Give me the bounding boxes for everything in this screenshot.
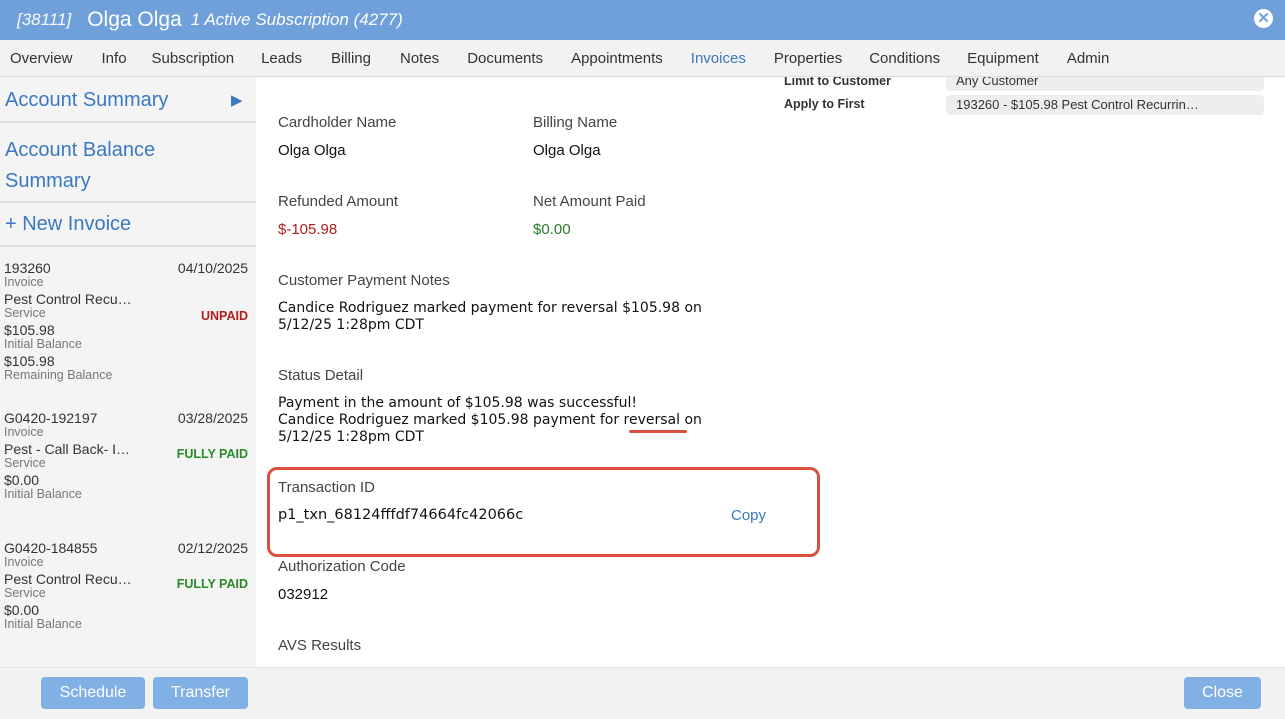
customer-name: Olga Olga [87, 8, 182, 31]
billing-name-value: Olga Olga [533, 142, 601, 159]
cardholder-label: Cardholder Name [278, 114, 397, 131]
tab-overview[interactable]: Overview [10, 40, 73, 76]
billing-name-label: Billing Name [533, 114, 618, 131]
copy-button[interactable]: Copy [731, 507, 766, 524]
refunded-amount-value: $-105.98 [278, 221, 338, 238]
tab-notes[interactable]: Notes [400, 40, 439, 76]
apply-to-first-label: Apply to First [784, 97, 865, 111]
subscription-summary: 1 Active Subscription (4277) [190, 10, 403, 29]
tab-appointments[interactable]: Appointments [571, 40, 663, 76]
invoice-initial-label: Initial Balance [4, 337, 82, 351]
tab-conditions[interactable]: Conditions [869, 40, 940, 76]
account-balance-link[interactable]: Account Balance Summary [0, 135, 155, 197]
status-detail-line3: 5/12/25 1:28pm CDT [278, 429, 424, 445]
account-summary-link[interactable]: Account Summary [0, 89, 168, 112]
invoice-date: 04/10/2025 [177, 260, 248, 276]
limit-to-customer-label: Limit to Customer [784, 77, 891, 88]
cardholder-value: Olga Olga [278, 142, 346, 159]
tab-subscription[interactable]: Subscription [152, 40, 235, 76]
schedule-button[interactable]: Schedule [41, 677, 145, 709]
invoice-initial-label: Initial Balance [4, 487, 82, 501]
transfer-button[interactable]: Transfer [153, 677, 248, 709]
invoice-list-item[interactable]: 193260 04/10/2025 Invoice Pest Control Re… [0, 261, 256, 411]
invoice-initial: $105.98 [4, 322, 55, 338]
invoice-date: 02/12/2025 [177, 540, 248, 556]
invoice-remaining-label: Remaining Balance [4, 368, 113, 382]
triangle-right-icon[interactable]: ▶ [231, 91, 243, 109]
payment-notes-value: Candice Rodriguez marked payment for rev… [278, 300, 702, 334]
status-detail-value: Payment in the amount of $105.98 was suc… [278, 395, 702, 446]
tab-admin[interactable]: Admin [1067, 40, 1110, 76]
annotation-underline [629, 430, 687, 433]
invoice-type: Invoice [4, 555, 44, 569]
tab-invoices[interactable]: Invoices [691, 40, 746, 76]
invoice-number: G0420-192197 [4, 410, 98, 426]
tab-info[interactable]: Info [102, 40, 127, 76]
avs-results-label: AVS Results [278, 637, 362, 654]
transaction-id-label: Transaction ID [278, 479, 375, 496]
status-badge: FULLY PAID [176, 577, 248, 591]
new-invoice-row[interactable]: + New Invoice [0, 203, 256, 245]
payment-notes-label: Customer Payment Notes [278, 272, 450, 289]
invoice-list-item[interactable]: G0420-184855 02/12/2025 Invoice Pest Cont… [0, 541, 256, 667]
divider [0, 245, 256, 247]
invoice-list-item[interactable]: G0420-192197 03/28/2025 Invoice Pest - Ca… [0, 411, 256, 541]
invoice-date: 03/28/2025 [177, 410, 248, 426]
status-detail-line2: Candice Rodriguez marked $105.98 payment… [278, 412, 702, 428]
invoice-type: Invoice [4, 425, 44, 439]
invoice-initial: $0.00 [4, 472, 40, 488]
sidebar: Account Summary ▶ Account Balance Summar… [0, 77, 256, 667]
invoice-initial-label: Initial Balance [4, 617, 82, 631]
close-button[interactable]: Close [1184, 677, 1261, 709]
payment-notes-line2: 5/12/25 1:28pm CDT [278, 317, 424, 333]
invoice-number: G0420-184855 [4, 540, 98, 556]
invoice-service: Pest Control Recu… [4, 291, 132, 307]
status-badge: UNPAID [201, 309, 248, 323]
limit-to-customer-field[interactable]: Any Customer [946, 77, 1264, 91]
tab-properties[interactable]: Properties [774, 40, 842, 76]
window-header: [38111] Olga Olga 1 Active Subscription … [0, 0, 1285, 40]
tab-documents[interactable]: Documents [467, 40, 543, 76]
payment-details-panel: Cardholder Name Olga Olga Billing Name O… [256, 77, 1285, 667]
tab-equipment[interactable]: Equipment [967, 40, 1039, 76]
invoice-service: Pest - Call Back- I… [4, 441, 131, 457]
status-badge: FULLY PAID [176, 447, 248, 461]
tab-bar: Overview Info Subscription Leads Billing… [0, 40, 1285, 77]
net-amount-value: $0.00 [533, 221, 571, 238]
invoice-service: Pest Control Recu… [4, 571, 132, 587]
apply-to-first-field[interactable]: 193260 - $105.98 Pest Control Recurrin… [946, 95, 1264, 115]
invoice-remaining: $105.98 [4, 353, 55, 369]
account-summary-row[interactable]: Account Summary ▶ [0, 77, 256, 121]
transaction-id-value: p1_txn_68124fffdf74664fc42066c [278, 507, 524, 523]
account-balance-row[interactable]: Account Balance Summary [0, 123, 256, 201]
invoice-type: Invoice [4, 275, 44, 289]
refunded-amount-label: Refunded Amount [278, 193, 399, 210]
footer-bar: Schedule Transfer Close [0, 667, 1285, 719]
authorization-code-value: 032912 [278, 586, 329, 603]
tab-leads[interactable]: Leads [261, 40, 302, 76]
status-detail-label: Status Detail [278, 367, 364, 384]
account-balance-line1: Account Balance [5, 139, 156, 161]
payment-notes-line1: Candice Rodriguez marked payment for rev… [278, 300, 702, 316]
invoice-number: 193260 [4, 260, 51, 276]
account-balance-line2: Summary [5, 170, 91, 192]
customer-id: [38111] [17, 10, 72, 29]
close-icon[interactable]: ✕ [1254, 9, 1273, 28]
tab-billing[interactable]: Billing [331, 40, 371, 76]
authorization-code-label: Authorization Code [278, 558, 406, 575]
status-detail-line1: Payment in the amount of $105.98 was suc… [278, 395, 637, 411]
new-invoice-button[interactable]: + New Invoice [0, 213, 131, 236]
net-amount-label: Net Amount Paid [533, 193, 646, 210]
invoice-initial: $0.00 [4, 602, 40, 618]
